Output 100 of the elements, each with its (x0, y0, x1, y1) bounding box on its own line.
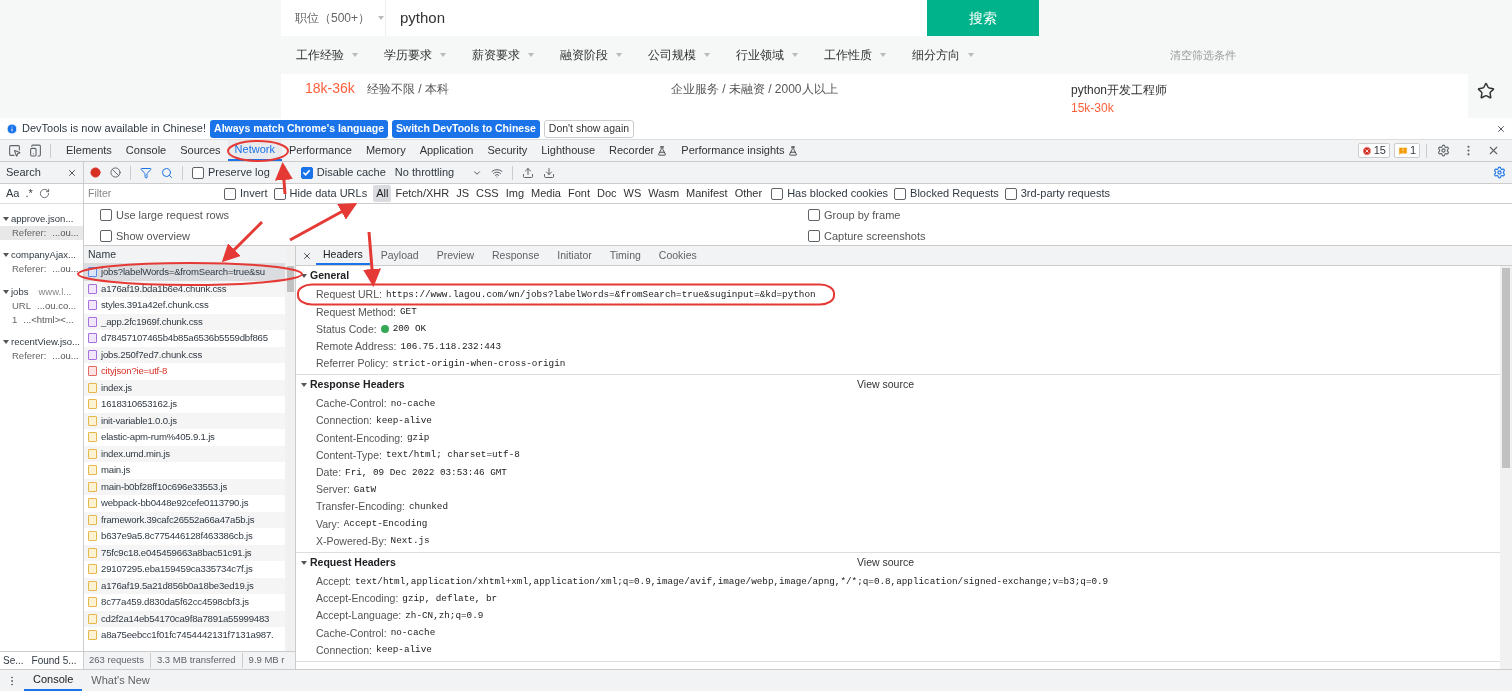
result-file-name[interactable]: jobs (11, 284, 29, 299)
view-source-link[interactable]: View source (857, 554, 914, 571)
filter-dropdown[interactable]: 融资阶段 (560, 46, 622, 64)
details-tab[interactable]: Timing (602, 246, 648, 265)
section-toggle[interactable]: Response Headers (301, 377, 857, 393)
name-column-header[interactable]: Name (84, 246, 285, 264)
regex-toggle[interactable]: .* (25, 185, 33, 202)
filter-dropdown[interactable]: 行业领域 (736, 46, 798, 64)
scrollbar[interactable] (1500, 266, 1512, 669)
resource-type-filter[interactable]: Manifest (683, 185, 731, 202)
device-toolbar-icon[interactable] (29, 144, 42, 157)
checkbox[interactable] (1004, 187, 1017, 200)
result-file-name[interactable]: approve.json... (11, 212, 74, 227)
details-tab[interactable]: Preview (429, 246, 481, 265)
panel-tab[interactable]: Recorder (602, 140, 675, 161)
clear-icon[interactable] (110, 167, 121, 178)
resource-type-filter[interactable]: Img (502, 185, 527, 202)
expand-triangle-icon[interactable] (3, 339, 9, 344)
result-file-name[interactable]: companyAjax... (11, 248, 76, 263)
filter-dropdown[interactable]: 工作经验 (296, 46, 358, 64)
warning-count-badge[interactable]: 1 (1393, 143, 1420, 158)
panel-tab[interactable]: Security (480, 140, 535, 161)
details-tab[interactable]: Response (485, 246, 547, 265)
resource-type-filter[interactable]: Wasm (645, 185, 683, 202)
checkbox[interactable] (894, 187, 907, 200)
resource-type-filter[interactable]: CSS (473, 185, 502, 202)
section-toggle[interactable]: General (301, 268, 857, 284)
details-tab[interactable]: Cookies (651, 246, 704, 265)
details-tab[interactable]: Headers (316, 246, 370, 265)
throttling-dropdown[interactable]: No throttling (394, 164, 483, 181)
result-file-name[interactable]: recentView.jso... (11, 334, 80, 349)
drawer-tab[interactable]: Console (24, 670, 83, 691)
infobar-button[interactable]: Switch DevTools to Chinese (392, 119, 540, 138)
settings-icon[interactable] (1437, 144, 1450, 157)
panel-tab[interactable]: Performance insights (674, 140, 805, 161)
panel-tab[interactable]: Application (412, 140, 481, 161)
refresh-icon[interactable] (38, 188, 50, 199)
star-icon[interactable] (1477, 82, 1495, 100)
inspect-icon[interactable] (8, 144, 21, 157)
expand-triangle-icon[interactable] (3, 253, 9, 258)
checkbox[interactable] (300, 166, 313, 179)
expand-triangle-icon[interactable] (3, 289, 9, 294)
close-icon[interactable] (1496, 123, 1506, 134)
record-icon[interactable] (90, 167, 101, 178)
checkbox[interactable] (771, 187, 784, 200)
search-icon[interactable] (161, 166, 173, 179)
infobar-button[interactable]: Don't show again (543, 119, 635, 138)
filter-dropdown[interactable]: 薪资要求 (472, 46, 534, 64)
search-result-line[interactable]: Referer: ...ou... (0, 349, 83, 363)
category-dropdown[interactable]: 职位（500+） (281, 0, 386, 36)
match-case-toggle[interactable]: Aa (6, 185, 20, 202)
search-result-line[interactable]: 1 ...<html><... (0, 312, 83, 327)
close-icon[interactable] (302, 250, 312, 261)
panel-tab[interactable]: Lighthouse (534, 140, 603, 161)
network-conditions-icon[interactable] (491, 166, 504, 179)
resource-type-filter[interactable]: WS (620, 185, 645, 202)
expand-triangle-icon[interactable] (3, 217, 9, 222)
panel-tab[interactable]: Console (118, 140, 174, 161)
drawer-tab[interactable]: What's New (82, 670, 159, 691)
search-field[interactable]: python (386, 0, 927, 36)
export-icon[interactable] (543, 166, 556, 179)
import-icon[interactable] (522, 166, 535, 179)
close-icon[interactable] (67, 167, 77, 178)
checkbox[interactable] (808, 209, 820, 222)
request-row[interactable]: jobs?labelWords=&fromSearch=true&su (84, 264, 285, 281)
filter-icon[interactable] (140, 166, 152, 179)
error-count-badge[interactable]: 15 (1357, 143, 1390, 158)
checkbox[interactable] (808, 229, 820, 242)
panel-tab[interactable]: Elements (59, 140, 119, 161)
section-toggle[interactable]: Request Headers (301, 554, 857, 571)
panel-tab[interactable]: Performance (281, 140, 359, 161)
checkbox[interactable] (192, 166, 204, 179)
details-tab[interactable]: Initiator (550, 246, 599, 265)
filter-dropdown[interactable]: 公司规模 (648, 46, 710, 64)
filter-field[interactable]: Filter (88, 185, 218, 202)
resource-type-filter[interactable]: Fetch/XHR (392, 185, 453, 202)
search-result-line[interactable]: URL ...ou.co... (0, 298, 83, 313)
network-settings-icon[interactable] (1493, 166, 1506, 179)
scrollbar[interactable] (285, 246, 295, 651)
panel-tab[interactable]: Sources (173, 140, 228, 161)
filter-dropdown[interactable]: 学历要求 (384, 46, 446, 64)
checkbox[interactable] (100, 229, 112, 242)
resource-type-filter[interactable]: Font (565, 185, 593, 202)
checkbox[interactable] (100, 209, 112, 222)
view-source-link[interactable]: View source (857, 377, 914, 393)
filter-dropdown[interactable]: 细分方向 (912, 46, 974, 64)
checkbox[interactable] (224, 187, 236, 200)
details-tab[interactable]: Payload (373, 246, 426, 265)
resource-type-filter[interactable]: Other (731, 185, 766, 202)
resource-type-filter[interactable]: All (373, 185, 392, 202)
close-icon[interactable] (1487, 144, 1500, 157)
search-result-line[interactable]: Referer: ...ou... (0, 262, 83, 277)
resource-type-filter[interactable]: Doc (594, 185, 620, 202)
panel-tab[interactable]: Memory (358, 140, 413, 161)
filter-dropdown[interactable]: 工作性质 (824, 46, 886, 64)
resource-type-filter[interactable]: Media (528, 185, 564, 202)
infobar-button[interactable]: Always match Chrome's language (210, 119, 388, 138)
resource-type-filter[interactable]: JS (453, 185, 473, 202)
job-title-text[interactable]: python开发工程师 (1071, 81, 1168, 99)
result-line-text: ...ou... (52, 262, 79, 277)
